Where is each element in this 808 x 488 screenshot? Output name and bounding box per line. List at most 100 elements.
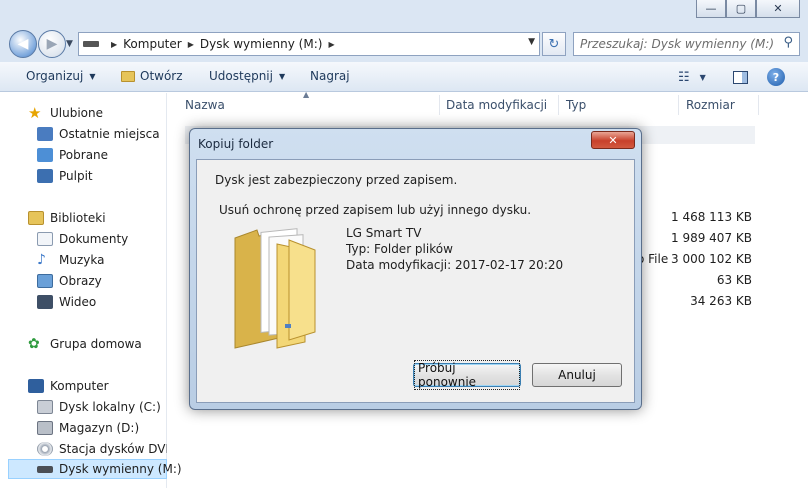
column-divider[interactable]	[558, 95, 559, 115]
nav-videos[interactable]: Wideo	[37, 292, 96, 312]
pictures-icon	[37, 274, 53, 288]
nav-label: Dokumenty	[59, 232, 129, 246]
drive-icon	[83, 41, 99, 47]
nav-label: Grupa domowa	[50, 337, 142, 351]
music-icon: ♪	[37, 252, 46, 268]
column-divider[interactable]	[678, 95, 679, 115]
nav-label: Ostatnie miejsca	[59, 127, 160, 141]
path-box[interactable]: ▶ Komputer ▶ Dysk wymienny (M:) ▶ ▼	[78, 32, 540, 56]
open-button[interactable]: Otwórz	[121, 69, 183, 83]
view-options-button[interactable]: ☷ ▼	[678, 68, 706, 86]
cancel-label: Anuluj	[558, 368, 596, 382]
column-size[interactable]: Rozmiar	[686, 98, 735, 112]
cancel-button[interactable]: Anuluj	[532, 363, 622, 387]
help-button[interactable]: ?	[767, 68, 785, 86]
view-details-icon: ☷	[678, 69, 690, 85]
item-date-modified: Data modyfikacji: 2017-02-17 20:20	[346, 258, 564, 272]
nav-label: Stacja dysków DVD R	[59, 442, 167, 456]
column-date-modified[interactable]: Data modyfikacji	[446, 98, 547, 112]
removable-drive-icon	[37, 466, 53, 473]
nav-favorites[interactable]: ★ Ulubione	[28, 103, 103, 123]
chevron-down-icon: ▼	[699, 72, 706, 82]
title-bar: — ▢ ✕	[0, 0, 808, 30]
breadcrumb-removable-drive[interactable]: Dysk wymienny (M:)	[200, 37, 323, 51]
nav-removable-drive[interactable]: Dysk wymienny (M:)	[8, 459, 182, 479]
dialog-body: Dysk jest zabezpieczony przed zapisem. U…	[196, 159, 635, 403]
nav-music[interactable]: ♪ Muzyka	[37, 250, 104, 270]
back-button[interactable]: ◀	[9, 30, 37, 58]
file-size: 63 KB	[716, 273, 752, 287]
local-disk-icon	[37, 400, 53, 414]
maximize-button[interactable]: ▢	[726, 0, 756, 18]
window-controls: — ▢ ✕	[696, 0, 800, 18]
retry-button[interactable]: Próbuj ponownie	[413, 360, 521, 390]
chevron-down-icon[interactable]: ▼	[528, 37, 535, 47]
share-button[interactable]: Udostępnij ▼	[209, 69, 285, 83]
organize-button[interactable]: Organizuj ▼	[26, 69, 95, 83]
column-name[interactable]: Nazwa	[185, 98, 225, 112]
minimize-icon: —	[705, 2, 717, 15]
close-window-button[interactable]: ✕	[756, 0, 800, 18]
column-type[interactable]: Typ	[566, 98, 586, 112]
libraries-icon	[28, 211, 44, 225]
open-label: Otwórz	[140, 69, 183, 83]
dialog-close-button[interactable]: ✕	[591, 131, 635, 149]
chevron-right-icon[interactable]: ▶	[111, 40, 117, 49]
address-bar: ◀ ▶ ▼ ▶ Komputer ▶ Dysk wymienny (M:) ▶ …	[0, 28, 808, 62]
hard-drive-icon	[37, 421, 53, 435]
forward-arrow-icon: ▶	[46, 36, 58, 52]
nav-dvd-drive[interactable]: Stacja dysków DVD R	[37, 439, 167, 459]
downloads-icon	[37, 148, 53, 162]
preview-pane-button[interactable]	[733, 68, 748, 86]
chevron-right-icon[interactable]: ▶	[188, 40, 194, 49]
star-icon: ★	[28, 104, 42, 122]
homegroup-icon: ✿	[28, 336, 40, 352]
help-icon: ?	[767, 68, 785, 86]
instruction-message: Usuń ochronę przed zapisem lub użyj inne…	[219, 203, 532, 217]
nav-homegroup[interactable]: ✿ Grupa domowa	[28, 334, 142, 354]
nav-label: Magazyn (D:)	[59, 421, 140, 435]
computer-icon	[28, 379, 44, 393]
organize-label: Organizuj	[26, 69, 84, 83]
nav-label: Pobrane	[59, 148, 109, 162]
burn-button[interactable]: Nagraj	[310, 69, 350, 83]
nav-pictures[interactable]: Obrazy	[37, 271, 102, 291]
search-icon[interactable]: ⚲	[783, 35, 793, 50]
nav-computer[interactable]: Komputer	[28, 376, 109, 396]
forward-button[interactable]: ▶	[38, 30, 66, 58]
close-icon: ✕	[773, 2, 783, 15]
nav-libraries[interactable]: Biblioteki	[28, 208, 106, 228]
column-divider[interactable]	[758, 95, 759, 115]
nav-documents[interactable]: Dokumenty	[37, 229, 128, 249]
burn-label: Nagraj	[310, 69, 350, 83]
refresh-icon: ↻	[548, 36, 560, 52]
nav-label: Muzyka	[59, 253, 105, 267]
recent-pages-dropdown[interactable]: ▼	[66, 39, 73, 49]
search-placeholder: Przeszukaj: Dysk wymienny (M:)	[580, 37, 775, 51]
column-headers: Nazwa Data modyfikacji Typ Rozmiar	[168, 93, 808, 117]
minimize-button[interactable]: —	[696, 0, 726, 18]
nav-desktop[interactable]: Pulpit	[37, 166, 93, 186]
retry-label: Próbuj ponownie	[414, 360, 520, 390]
error-message: Dysk jest zabezpieczony przed zapisem.	[215, 173, 458, 187]
item-type: Typ: Folder plików	[346, 242, 453, 256]
sort-arrow-icon: ▲	[303, 90, 310, 99]
nav-label: Wideo	[59, 295, 97, 309]
search-input[interactable]: Przeszukaj: Dysk wymienny (M:) ⚲	[573, 32, 800, 56]
column-divider[interactable]	[439, 95, 440, 115]
nav-label: Dysk wymienny (M:)	[59, 462, 182, 476]
breadcrumb-computer[interactable]: Komputer	[123, 37, 182, 51]
chevron-right-icon[interactable]: ▶	[328, 40, 334, 49]
desktop-icon	[37, 169, 53, 183]
nav-recent-places[interactable]: Ostatnie miejsca	[37, 124, 160, 144]
nav-storage-drive[interactable]: Magazyn (D:)	[37, 418, 139, 438]
nav-label: Obrazy	[59, 274, 102, 288]
nav-local-disk[interactable]: Dysk lokalny (C:)	[37, 397, 161, 417]
back-arrow-icon: ◀	[17, 36, 29, 52]
nav-downloads[interactable]: Pobrane	[37, 145, 108, 165]
nav-label: Komputer	[50, 379, 109, 393]
maximize-icon: ▢	[735, 2, 747, 15]
nav-label: Ulubione	[50, 106, 104, 120]
dialog-title: Kopiuj folder	[198, 137, 274, 151]
refresh-button[interactable]: ↻	[542, 32, 566, 56]
